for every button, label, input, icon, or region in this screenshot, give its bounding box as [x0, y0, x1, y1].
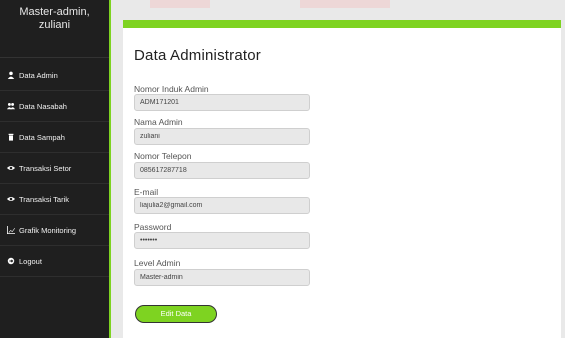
logout-icon	[6, 257, 15, 266]
sidebar-item-label: Logout	[19, 256, 42, 266]
sidebar-item-data-sampah[interactable]: Data Sampah	[0, 122, 109, 153]
background-mark	[150, 0, 210, 8]
user-role-label: Master-admin,	[19, 6, 90, 18]
phone-label: Nomor Telepon	[134, 151, 192, 161]
sidebar-item-label: Data Sampah	[19, 132, 65, 142]
main-panel: Data Administrator Nomor Induk Admin Nam…	[123, 20, 561, 338]
sidebar-item-data-admin[interactable]: Data Admin	[0, 60, 109, 91]
admin-level-field[interactable]	[134, 269, 310, 286]
admin-id-field[interactable]	[134, 94, 310, 111]
eye-icon	[6, 164, 15, 173]
edit-data-button[interactable]: Edit Data	[135, 305, 217, 323]
panel-accent-bar	[123, 20, 561, 28]
admin-level-label: Level Admin	[134, 258, 181, 268]
sidebar-item-transaksi-tarik[interactable]: Transaksi Tarik	[0, 184, 109, 215]
admin-name-field[interactable]	[134, 128, 310, 145]
sidebar-item-label: Data Admin	[19, 70, 58, 80]
chart-icon	[6, 226, 15, 235]
sidebar-item-label: Data Nasabah	[19, 101, 67, 111]
page-title: Data Administrator	[134, 47, 261, 64]
trash-icon	[6, 133, 15, 142]
sidebar-item-grafik-monitoring[interactable]: Grafik Monitoring	[0, 215, 109, 246]
sidebar-accent-border	[109, 0, 111, 338]
eye-icon	[6, 195, 15, 204]
sidebar-user-header: Master-admin, zuliani	[0, 0, 109, 58]
admin-name-label: Nama Admin	[134, 117, 183, 127]
password-field[interactable]	[134, 232, 310, 249]
sidebar-item-label: Grafik Monitoring	[19, 225, 77, 235]
sidebar-item-logout[interactable]: Logout	[0, 246, 109, 277]
background-mark	[300, 0, 390, 8]
email-label: E-mail	[134, 187, 159, 197]
sidebar-item-label: Transaksi Setor	[19, 163, 72, 173]
phone-field[interactable]	[134, 162, 310, 179]
sidebar: Master-admin, zuliani Data Admin Data Na…	[0, 0, 111, 338]
users-icon	[6, 102, 15, 111]
user-name-label: zuliani	[38, 19, 71, 31]
sidebar-item-data-nasabah[interactable]: Data Nasabah	[0, 91, 109, 122]
user-icon	[6, 71, 15, 80]
admin-id-label: Nomor Induk Admin	[134, 84, 209, 94]
email-field[interactable]	[134, 197, 310, 214]
sidebar-item-label: Transaksi Tarik	[19, 194, 70, 204]
password-label: Password	[134, 222, 172, 232]
sidebar-item-transaksi-setor[interactable]: Transaksi Setor	[0, 153, 109, 184]
